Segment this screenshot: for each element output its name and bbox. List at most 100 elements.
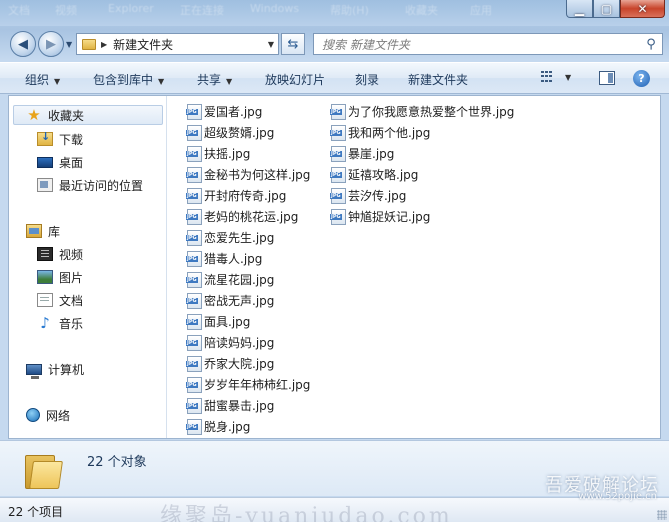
file-item[interactable]: 爱国者.jpg: [186, 102, 262, 121]
nav-videos[interactable]: 视频: [37, 244, 83, 264]
status-bar: 22 个项目 缘聚岛-yuanjudao.com www.52pojie.cn: [0, 491, 669, 522]
close-icon: ✕: [637, 1, 648, 16]
video-library-icon: [37, 247, 53, 261]
refresh-button[interactable]: ⇆: [281, 33, 305, 55]
maximize-button[interactable]: ▢: [593, 0, 620, 18]
file-item[interactable]: 岁岁年年柿柿红.jpg: [186, 375, 310, 394]
file-item[interactable]: 超级赘婿.jpg: [186, 123, 274, 142]
file-item[interactable]: 流星花园.jpg: [186, 270, 274, 289]
ghost-title: 应用: [470, 4, 492, 17]
file-item[interactable]: 开封府传奇.jpg: [186, 186, 286, 205]
file-item[interactable]: 为了你我愿意热爱整个世界.jpg: [330, 102, 514, 121]
desktop-icon: [37, 156, 53, 168]
file-item[interactable]: 陪读妈妈.jpg: [186, 333, 274, 352]
burn-button[interactable]: 刻录: [355, 71, 379, 88]
breadcrumb-chevron-icon[interactable]: ▶: [101, 40, 107, 49]
organize-label: 组织: [25, 73, 50, 87]
nav-pictures-label: 图片: [59, 270, 84, 285]
include-library-menu[interactable]: 包含到库中 ▼: [93, 71, 164, 88]
address-bar[interactable]: ▶ 新建文件夹 ▼: [76, 33, 279, 55]
star-icon: ★: [27, 106, 41, 124]
ghost-title: 收藏夹: [405, 4, 438, 17]
file-item[interactable]: 暴崖.jpg: [330, 144, 394, 163]
help-icon[interactable]: ?: [633, 70, 650, 87]
file-item[interactable]: 密战无声.jpg: [186, 291, 274, 310]
file-name: 金秘书为何这样.jpg: [204, 168, 311, 182]
jpg-file-icon: [186, 146, 202, 162]
close-button[interactable]: ✕: [620, 0, 665, 18]
maximize-icon: ▢: [600, 1, 613, 16]
file-item[interactable]: 金秘书为何这样.jpg: [186, 165, 310, 184]
slideshow-button[interactable]: 放映幻灯片: [265, 71, 325, 88]
nav-favorites[interactable]: ★ 收藏夹: [13, 105, 163, 125]
minimize-icon: ▁: [574, 1, 585, 16]
nav-pictures[interactable]: 图片: [37, 267, 83, 287]
nav-recent[interactable]: 最近访问的位置: [37, 175, 143, 195]
nav-libraries-label: 库: [48, 224, 61, 239]
file-item[interactable]: 甜蜜暴击.jpg: [186, 396, 274, 415]
resize-grip-icon[interactable]: [657, 510, 667, 520]
address-path[interactable]: 新建文件夹: [113, 36, 264, 53]
ghost-title: Windows: [250, 2, 300, 15]
jpg-file-icon: [186, 356, 202, 372]
nav-downloads[interactable]: 下载: [37, 129, 83, 149]
file-item[interactable]: 脱身.jpg: [186, 417, 250, 436]
search-input[interactable]: 搜索 新建文件夹: [314, 36, 640, 53]
file-item[interactable]: 扶摇.jpg: [186, 144, 250, 163]
file-item[interactable]: 延禧攻略.jpg: [330, 165, 418, 184]
file-item[interactable]: 恋爱先生.jpg: [186, 228, 274, 247]
nav-favorites-label: 收藏夹: [48, 108, 85, 123]
back-button[interactable]: ◀: [10, 31, 36, 57]
organize-menu[interactable]: 组织 ▼: [25, 71, 60, 88]
recent-places-icon: [37, 178, 53, 192]
forward-button[interactable]: ▶: [38, 31, 64, 57]
nav-downloads-label: 下载: [59, 132, 84, 147]
minimize-button[interactable]: ▁: [566, 0, 593, 18]
file-item[interactable]: 老妈的桃花运.jpg: [186, 207, 298, 226]
file-name: 甜蜜暴击.jpg: [204, 399, 275, 413]
preview-pane-icon[interactable]: [599, 71, 615, 85]
folder-icon: [82, 38, 96, 50]
new-folder-button[interactable]: 新建文件夹: [408, 71, 468, 88]
share-menu[interactable]: 共享 ▼: [197, 71, 232, 88]
nav-documents[interactable]: 文档: [37, 290, 83, 310]
window-controls: ▁ ▢ ✕: [566, 0, 665, 18]
file-item[interactable]: 我和两个他.jpg: [330, 123, 430, 142]
jpg-file-icon: [186, 188, 202, 204]
file-item[interactable]: 猎毒人.jpg: [186, 249, 262, 268]
document-library-icon: [37, 293, 53, 307]
view-grid-icon: [541, 71, 555, 83]
change-view-button[interactable]: ▼: [541, 71, 571, 83]
file-name: 爱国者.jpg: [204, 105, 263, 119]
history-dropdown-icon[interactable]: ▼: [66, 40, 72, 49]
chevron-down-icon: ▼: [565, 72, 572, 82]
search-box[interactable]: 搜索 新建文件夹 ⚲: [313, 33, 663, 55]
navigation-bar: ◀ ▶ ▼ ▶ 新建文件夹 ▼ ⇆ 搜索 新建文件夹 ⚲: [0, 28, 669, 60]
jpg-file-icon: [186, 272, 202, 288]
file-name: 暴崖.jpg: [348, 147, 395, 161]
nav-music[interactable]: ♪ 音乐: [37, 313, 83, 333]
nav-network[interactable]: 网络: [26, 405, 70, 425]
chevron-down-icon[interactable]: ▼: [264, 40, 278, 49]
watermark-faint-text: 缘聚岛-yuanjudao.com: [160, 504, 453, 522]
file-name: 岁岁年年柿柿红.jpg: [204, 378, 311, 392]
file-item[interactable]: 乔家大院.jpg: [186, 354, 274, 373]
jpg-file-icon: [330, 104, 346, 120]
arrow-right-icon: ▶: [46, 36, 56, 52]
nav-videos-label: 视频: [59, 247, 84, 262]
file-item[interactable]: 芸汐传.jpg: [330, 186, 406, 205]
jpg-file-icon: [186, 251, 202, 267]
nav-desktop[interactable]: 桌面: [37, 152, 83, 172]
nav-computer[interactable]: 计算机: [26, 359, 84, 379]
chevron-down-icon: ▼: [158, 77, 165, 86]
file-item[interactable]: 钟馗捉妖记.jpg: [330, 207, 430, 226]
nav-music-label: 音乐: [59, 316, 84, 331]
file-item[interactable]: 面具.jpg: [186, 312, 250, 331]
nav-libraries[interactable]: 库: [26, 221, 60, 241]
chevron-down-icon: ▼: [54, 77, 61, 86]
navigation-pane: ★ 收藏夹 下载 桌面 最近访问的位置 库 视频: [9, 96, 167, 438]
picture-library-icon: [37, 270, 53, 284]
object-count: 22 个对象: [87, 455, 147, 470]
file-name: 乔家大院.jpg: [204, 357, 275, 371]
search-icon[interactable]: ⚲: [640, 37, 662, 52]
